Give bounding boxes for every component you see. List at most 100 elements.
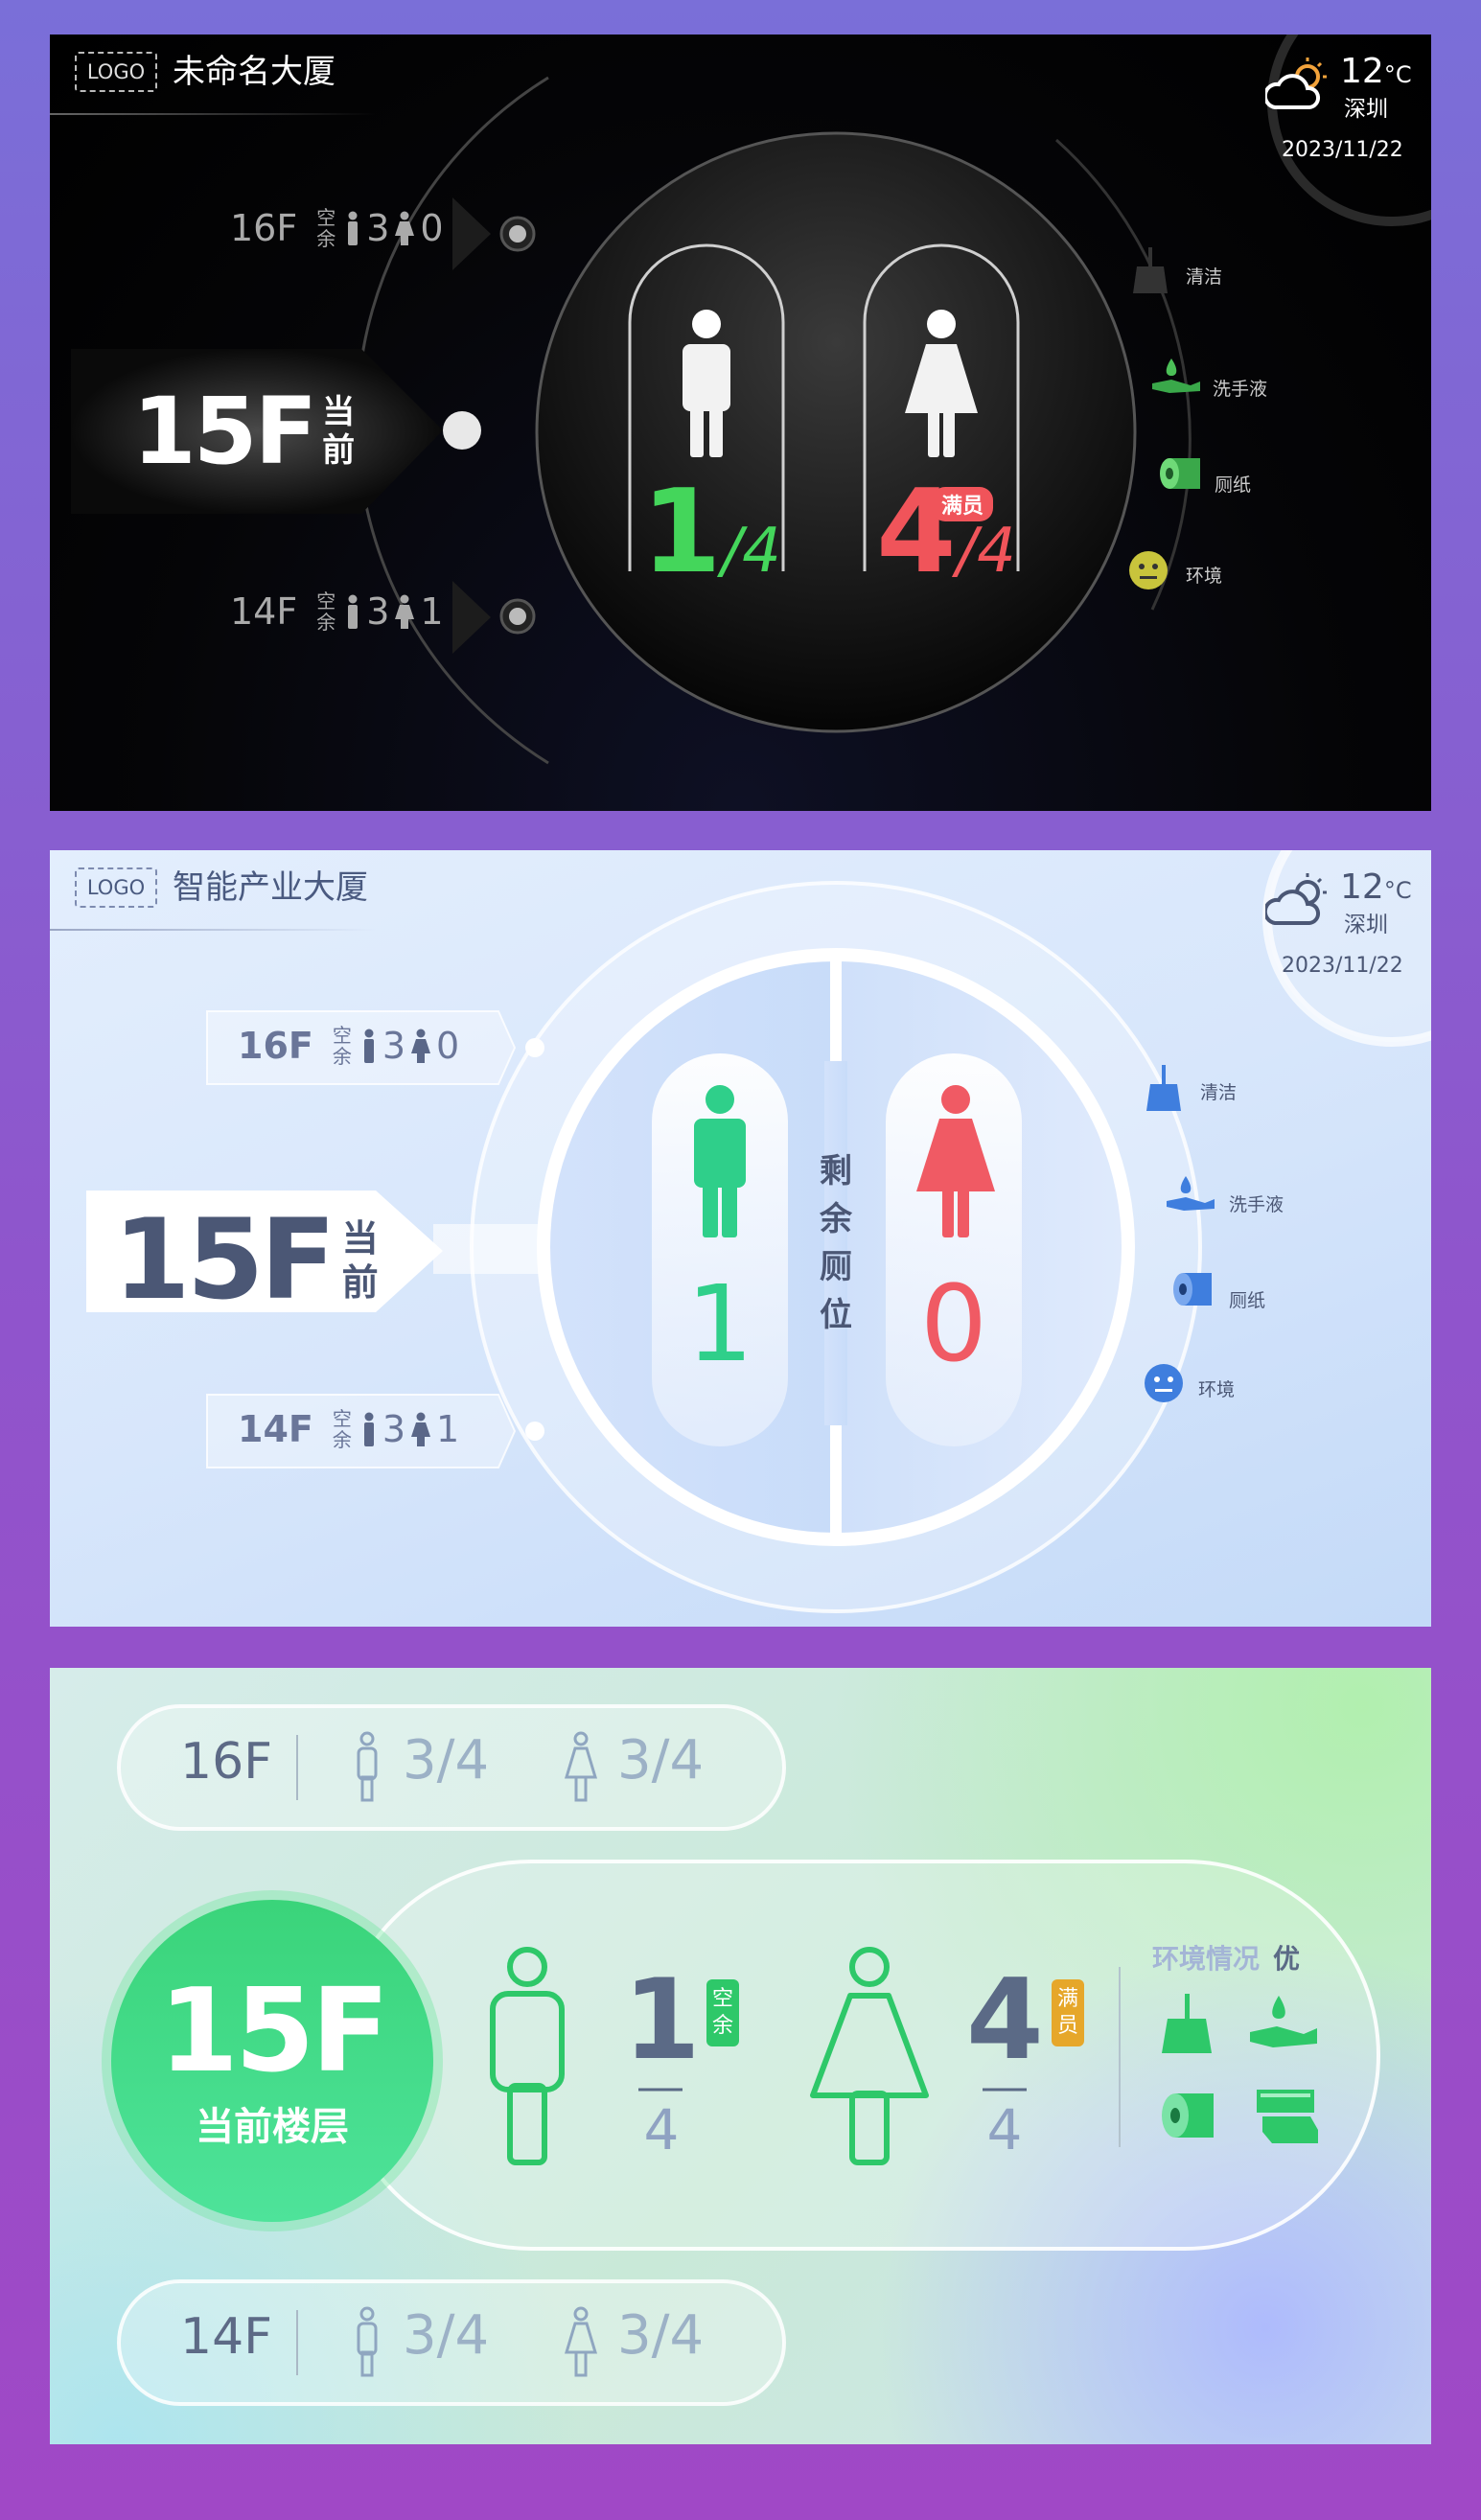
broom-icon	[1162, 1994, 1212, 2053]
face-icon	[1145, 1364, 1183, 1402]
amenity-tissue-label: 厕纸	[1229, 1290, 1266, 1311]
female-figure-icon	[916, 1085, 995, 1237]
female-occupancy: 4/4	[860, 466, 1032, 599]
female-outline-icon	[564, 2306, 598, 2377]
current-floor-circle: 15F 当前楼层	[111, 1975, 433, 2151]
vacant-label: 空余	[332, 1024, 352, 1068]
male-ratio: 3/4	[403, 1729, 490, 1792]
weather-temperature: 12°C	[1340, 867, 1412, 907]
female-vacant-count: 0	[436, 1025, 460, 1067]
light-theme-panel: LOGO 智能产业大厦 16F 空余 3 0 14F 空 余 3 1 15F 当…	[50, 850, 1431, 1627]
floor-row-16f[interactable]: 16F 空余 3 0	[230, 207, 444, 249]
vacant-label: 空余	[316, 590, 336, 634]
soap-hand-icon	[1167, 1176, 1215, 1211]
female-vacant-count: 0	[420, 207, 444, 249]
male-icon	[363, 1412, 374, 1446]
floor-number: 16F	[230, 207, 298, 249]
female-icon	[411, 1412, 431, 1446]
male-total: /4	[721, 516, 781, 587]
floor-number: 14F	[238, 1408, 313, 1450]
amenity-environment-label: 环境	[1186, 566, 1223, 587]
male-occupancy: 1/4	[635, 466, 788, 599]
weather-cloud-sun-icon	[1265, 58, 1327, 109]
female-vacant-count: 1	[420, 590, 444, 633]
current-floor-number: 15F	[158, 1965, 390, 2098]
amenity-soap-label: 洗手液	[1213, 379, 1268, 400]
female-icon	[395, 211, 415, 245]
broom-icon	[1133, 247, 1168, 293]
amenity-cleaning-label: 清洁	[1186, 266, 1223, 288]
weather-city: 深圳	[1344, 97, 1388, 122]
male-figure-icon	[694, 1085, 746, 1237]
female-ratio: 3/4	[617, 1729, 705, 1792]
environment-label: 环境情况优	[1152, 1943, 1301, 1975]
floor-row-14f[interactable]: 14F 空余 3 1	[230, 590, 444, 633]
floor-number: 16F	[238, 1025, 313, 1067]
female-icon	[411, 1029, 431, 1063]
remaining-stalls-label: 剩余厕位	[820, 1152, 852, 1334]
broom-icon	[1146, 1065, 1181, 1111]
male-vacant-count: 3	[382, 1025, 406, 1067]
floor-row-16f[interactable]: 16F 空余 3 0	[238, 1025, 459, 1067]
female-total: 4	[986, 2097, 1023, 2162]
female-ratio: 3/4	[617, 2304, 705, 2367]
weather-date: 2023/11/22	[1282, 138, 1403, 162]
weather-temperature: 12°C	[1340, 52, 1412, 91]
male-icon	[348, 211, 359, 245]
current-label: 当前	[341, 1216, 379, 1304]
female-outline-icon	[564, 1731, 598, 1802]
dark-theme-panel: LOGO 未命名大厦 16F 空 余 3 0 14F 空 余 3 1 15F 当…	[50, 35, 1431, 811]
amenity-tissue-label: 厕纸	[1215, 474, 1252, 496]
tissue-roll-icon	[1162, 2093, 1214, 2138]
male-vacant-count: 3	[366, 590, 390, 633]
male-icon	[363, 1029, 374, 1063]
floor-number: 14F	[230, 590, 298, 633]
male-remaining-count: 1	[686, 1262, 753, 1385]
current-floor-flag: 15F 当前	[132, 378, 355, 485]
vacant-label: 空余	[316, 206, 336, 250]
female-figure-icon	[810, 1947, 929, 2165]
female-remaining-count: 0	[920, 1262, 987, 1385]
current-label: 当前	[322, 393, 356, 470]
male-total: 4	[643, 2097, 680, 2162]
current-floor-number: 15F	[113, 1195, 336, 1325]
vacant-tag: 空余	[706, 1979, 739, 2046]
paper-towel-icon	[1257, 2090, 1318, 2143]
current-floor-number: 15F	[132, 378, 317, 485]
environment-rating: 优	[1273, 1943, 1301, 1975]
female-total: /4	[956, 516, 1016, 587]
amenity-cleaning-label: 清洁	[1200, 1082, 1238, 1103]
female-vacant-count: 1	[436, 1408, 460, 1450]
female-available: 4	[876, 466, 957, 599]
female-figure-icon	[905, 310, 978, 457]
weather-cloud-sun-icon	[1265, 873, 1327, 925]
full-badge: 满员	[932, 487, 994, 521]
floor-number-16f[interactable]: 16F	[180, 1733, 272, 1791]
amenity-environment-label: 环境	[1198, 1379, 1236, 1400]
male-outline-icon	[357, 1731, 378, 1802]
amenity-soap-label: 洗手液	[1229, 1194, 1284, 1215]
soap-hand-icon	[1152, 358, 1200, 393]
full-tag: 满员	[1052, 1979, 1084, 2046]
floor-number-14f[interactable]: 14F	[180, 2308, 272, 2366]
soap-hand-icon	[1250, 1996, 1317, 2047]
male-figure-icon	[490, 1947, 565, 2165]
weather-date: 2023/11/22	[1282, 954, 1403, 978]
weather-city: 深圳	[1344, 913, 1388, 937]
male-ratio: 3/4	[403, 2304, 490, 2367]
male-outline-icon	[357, 2306, 378, 2377]
male-vacant-count: 3	[382, 1408, 406, 1450]
face-icon	[1129, 551, 1168, 590]
female-available: 4	[966, 1955, 1044, 2085]
vacant-label: 空余	[332, 1407, 352, 1451]
tissue-roll-icon	[1173, 1273, 1212, 1306]
mint-theme-panel: 16F 3/4 3/4 14F 3/4 3/4 15F 当前楼层 1 4 空余	[50, 1668, 1431, 2444]
female-icon	[395, 594, 415, 629]
male-figure-icon	[683, 310, 730, 457]
male-icon	[348, 594, 359, 629]
male-vacant-count: 3	[366, 207, 390, 249]
male-available: 1	[623, 1955, 701, 2085]
tissue-roll-icon	[1160, 458, 1200, 489]
current-floor-flag: 15F 当前	[113, 1195, 379, 1325]
floor-row-14f[interactable]: 14F 空余 3 1	[238, 1408, 459, 1450]
